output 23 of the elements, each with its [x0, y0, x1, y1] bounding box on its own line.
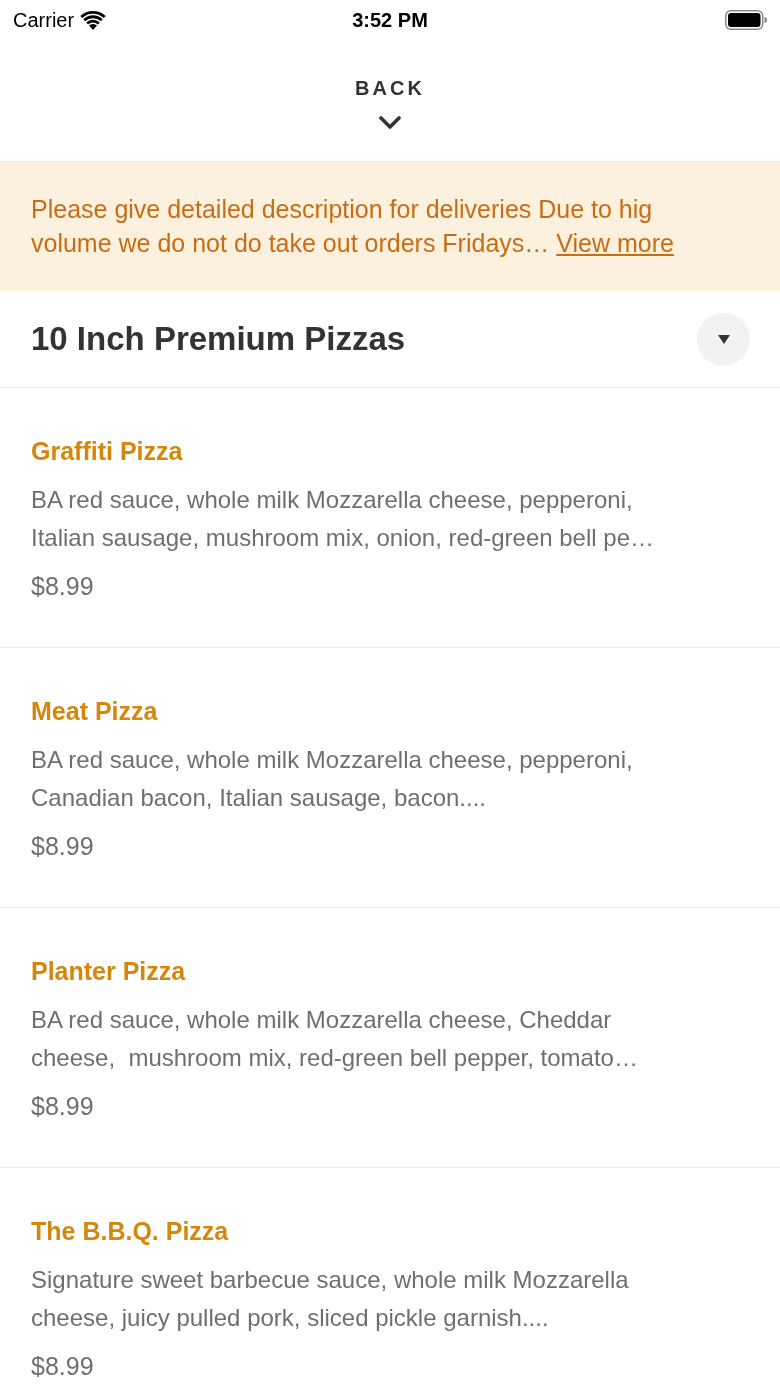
item-description: BA red sauce, whole milk Mozzarella cheese, pepperoni, Italian sausage, mushroom mix, onion, red-green bell pe… [31, 485, 654, 553]
item-price: $8.99 [31, 831, 94, 862]
item-description: BA red sauce, whole milk Mozzarella cheese, pepperoni, Canadian bacon, Italian sausage, bacon.... [31, 745, 633, 813]
item-name[interactable]: Graffiti Pizza [31, 435, 183, 467]
chevron-down-icon [379, 116, 401, 130]
dropdown-button[interactable] [697, 312, 750, 366]
view-more-link[interactable]: View more [556, 229, 674, 257]
status-time: 3:52 PM [352, 8, 428, 32]
carrier-name: Carrier [13, 8, 75, 32]
wifi-icon [80, 10, 107, 30]
item-name[interactable]: Meat Pizza [31, 695, 158, 727]
item-name[interactable]: Planter Pizza [31, 955, 186, 987]
item-name[interactable]: The B.B.Q. Pizza [31, 1215, 229, 1247]
item-price: $8.99 [31, 1351, 94, 1382]
section-title: 10 Inch Premium Pizzas [31, 320, 406, 358]
item-price: $8.99 [31, 571, 94, 602]
notice-text: Please give detailed description for deliveries Due to hig volume we do not do take out orders Fridays… View more [31, 194, 675, 259]
item-description: BA red sauce, whole milk Mozzarella cheese, Cheddar cheese, mushroom mix, red-green bell pepper, tomato… [31, 1005, 638, 1073]
caret-icon [717, 334, 730, 344]
item-price: $8.99 [31, 1091, 94, 1122]
battery-icon [725, 10, 767, 30]
item-description: Signature sweet barbecue sauce, whole milk Mozzarella cheese, juicy pulled pork, sliced pickle garnish.... [31, 1265, 629, 1333]
back-button[interactable]: BACK [343, 73, 437, 134]
